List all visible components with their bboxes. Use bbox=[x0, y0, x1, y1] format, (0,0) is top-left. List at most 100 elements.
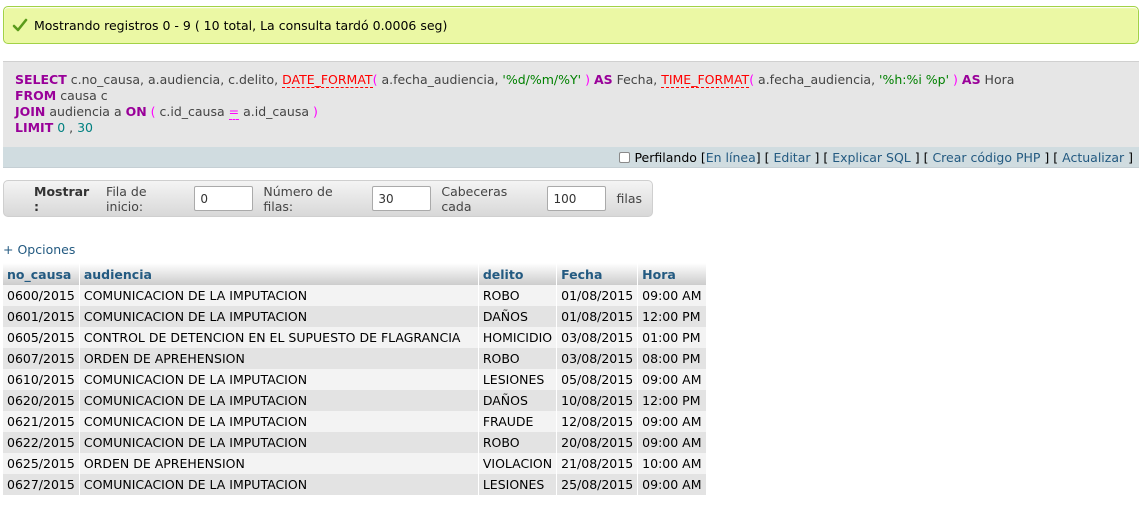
column-header-no-causa[interactable]: no_causa bbox=[3, 263, 80, 285]
row-count-input[interactable] bbox=[372, 186, 432, 211]
table-cell-delito: LESIONES bbox=[478, 474, 558, 495]
sql-token: SELECT bbox=[15, 72, 67, 87]
table-cell-delito: VIOLACION bbox=[478, 453, 558, 474]
sql-token: ( bbox=[146, 104, 160, 119]
table-cell-hora: 12:00 PM bbox=[637, 306, 707, 327]
inline-edit-link[interactable]: En línea bbox=[706, 150, 756, 165]
table-row[interactable]: 0600/2015 COMUNICACION DE LA IMPUTACION RO… bbox=[3, 285, 707, 306]
table-row[interactable]: 0625/2015 ORDEN DE APREHENSION VIOLACION 21… bbox=[3, 453, 707, 474]
sql-token: JOIN bbox=[15, 104, 46, 119]
table-cell-audiencia: ORDEN DE APREHENSION bbox=[79, 348, 479, 369]
table-cell-hora: 08:00 PM bbox=[637, 348, 707, 369]
sql-token: ) bbox=[581, 72, 594, 87]
table-cell-hora: 10:00 AM bbox=[637, 453, 707, 474]
table-cell-no-causa: 0600/2015 bbox=[3, 285, 80, 306]
success-message-text: Mostrando registros 0 - 9 ( 10 total, La… bbox=[34, 17, 448, 33]
table-cell-fecha: 03/08/2015 bbox=[556, 348, 639, 369]
sql-token: 30 bbox=[73, 120, 94, 135]
profiling-checkbox[interactable] bbox=[619, 151, 631, 163]
table-cell-no-causa: 0620/2015 bbox=[3, 390, 80, 411]
show-label: Mostrar : bbox=[34, 183, 90, 214]
sql-token: AS bbox=[593, 72, 613, 87]
table-row[interactable]: 0622/2015 COMUNICACION DE LA IMPUTACION RO… bbox=[3, 432, 707, 453]
check-icon bbox=[12, 18, 28, 32]
sql-token: ( bbox=[749, 72, 759, 87]
rows-suffix-label: filas bbox=[616, 191, 642, 206]
table-cell-audiencia: CONTROL DE DETENCION EN EL SUPUESTO DE F… bbox=[79, 327, 479, 348]
explain-sql-link[interactable]: Explicar SQL bbox=[832, 150, 911, 165]
column-header-audiencia[interactable]: audiencia bbox=[79, 263, 479, 285]
table-cell-delito: ROBO bbox=[478, 285, 558, 306]
table-cell-hora: 01:00 PM bbox=[637, 327, 707, 348]
profiling-label: Perfilando bbox=[634, 149, 697, 165]
table-cell-hora: 09:00 AM bbox=[637, 411, 707, 432]
sql-line-4: LIMIT 0 , 30 bbox=[15, 120, 1127, 136]
table-header-row: no_causa audiencia delito Fecha Hora bbox=[3, 263, 707, 285]
table-row[interactable]: 0610/2015 COMUNICACION DE LA IMPUTACION LE… bbox=[3, 369, 707, 390]
create-php-code-link[interactable]: Crear código PHP bbox=[932, 150, 1040, 165]
sql-token: c.no_causa, a.audiencia, c.delito, bbox=[66, 72, 283, 87]
options-link[interactable]: + Opciones bbox=[3, 242, 75, 257]
sql-token: causa c bbox=[56, 88, 108, 103]
table-cell-no-causa: 0601/2015 bbox=[3, 306, 80, 327]
column-header-hora[interactable]: Hora bbox=[637, 263, 707, 285]
table-cell-audiencia: COMUNICACION DE LA IMPUTACION bbox=[79, 390, 479, 411]
table-cell-audiencia: COMUNICACION DE LA IMPUTACION bbox=[79, 369, 479, 390]
table-cell-audiencia: COMUNICACION DE LA IMPUTACION bbox=[79, 411, 479, 432]
sql-token: = bbox=[228, 104, 240, 120]
table-cell-fecha: 05/08/2015 bbox=[556, 369, 639, 390]
table-cell-hora: 09:00 AM bbox=[637, 369, 707, 390]
table-cell-hora: 12:00 PM bbox=[637, 390, 707, 411]
query-toolbar: Perfilando [En línea] [ Editar ] [ Expli… bbox=[3, 147, 1139, 168]
table-cell-hora: 09:00 AM bbox=[637, 285, 707, 306]
start-row-input[interactable] bbox=[194, 186, 254, 211]
sql-token: TIME_FORMAT bbox=[661, 72, 750, 88]
table-row[interactable]: 0621/2015 COMUNICACION DE LA IMPUTACION FR… bbox=[3, 411, 707, 432]
sql-token: Hora bbox=[980, 72, 1015, 87]
table-cell-fecha: 01/08/2015 bbox=[556, 285, 639, 306]
sql-token: '%d/%m/%Y' bbox=[502, 72, 582, 87]
table-cell-fecha: 25/08/2015 bbox=[556, 474, 639, 495]
sql-token: a.fecha_audiencia, bbox=[381, 72, 503, 87]
table-cell-delito: DAÑOS bbox=[478, 390, 558, 411]
table-cell-no-causa: 0627/2015 bbox=[3, 474, 80, 495]
table-cell-fecha: 12/08/2015 bbox=[556, 411, 639, 432]
table-cell-delito: ROBO bbox=[478, 348, 558, 369]
edit-link[interactable]: Editar bbox=[773, 150, 810, 165]
sql-line-1: SELECT c.no_causa, a.audiencia, c.delito… bbox=[15, 72, 1127, 88]
success-message: Mostrando registros 0 - 9 ( 10 total, La… bbox=[3, 6, 1139, 44]
table-cell-hora: 09:00 AM bbox=[637, 474, 707, 495]
table-row[interactable]: 0620/2015 COMUNICACION DE LA IMPUTACION DA… bbox=[3, 390, 707, 411]
sql-token: ON bbox=[125, 104, 147, 119]
table-cell-delito: LESIONES bbox=[478, 369, 558, 390]
sql-token: audiencia a bbox=[45, 104, 126, 119]
table-cell-fecha: 20/08/2015 bbox=[556, 432, 639, 453]
sql-token: FROM bbox=[15, 88, 57, 103]
table-cell-delito: HOMICIDIO bbox=[478, 327, 558, 348]
table-cell-no-causa: 0605/2015 bbox=[3, 327, 80, 348]
sql-token: AS bbox=[961, 72, 981, 87]
table-cell-audiencia: COMUNICACION DE LA IMPUTACION bbox=[79, 285, 479, 306]
table-cell-audiencia: COMUNICACION DE LA IMPUTACION bbox=[79, 306, 479, 327]
navigation-bar: Mostrar : Fila de inicio: Número de fila… bbox=[3, 180, 653, 217]
table-body: 0600/2015 COMUNICACION DE LA IMPUTACION RO… bbox=[3, 285, 707, 495]
sql-token: a.id_causa bbox=[239, 104, 313, 119]
column-header-fecha[interactable]: Fecha bbox=[556, 263, 639, 285]
table-row[interactable]: 0607/2015 ORDEN DE APREHENSION ROBO 03/08/2… bbox=[3, 348, 707, 369]
refresh-link[interactable]: Actualizar bbox=[1062, 150, 1124, 165]
table-row[interactable]: 0601/2015 COMUNICACION DE LA IMPUTACION DA… bbox=[3, 306, 707, 327]
table-row[interactable]: 0627/2015 COMUNICACION DE LA IMPUTACION LE… bbox=[3, 474, 707, 495]
sql-token: ) bbox=[312, 104, 318, 119]
headers-every-input[interactable] bbox=[547, 186, 607, 211]
start-row-label: Fila de inicio: bbox=[106, 183, 147, 214]
sql-token: c.id_causa bbox=[159, 104, 229, 119]
table-cell-audiencia: COMUNICACION DE LA IMPUTACION bbox=[79, 432, 479, 453]
table-cell-delito: ROBO bbox=[478, 432, 558, 453]
row-count-label: Número de filas: bbox=[263, 183, 333, 214]
column-header-delito[interactable]: delito bbox=[478, 263, 558, 285]
table-cell-no-causa: 0607/2015 bbox=[3, 348, 80, 369]
sql-token: DATE_FORMAT bbox=[282, 72, 373, 88]
sql-line-3: JOIN audiencia a ON ( c.id_causa = a.id_… bbox=[15, 104, 1127, 120]
table-cell-audiencia: COMUNICACION DE LA IMPUTACION bbox=[79, 474, 479, 495]
table-row[interactable]: 0605/2015 CONTROL DE DETENCION EN EL SUPU… bbox=[3, 327, 707, 348]
